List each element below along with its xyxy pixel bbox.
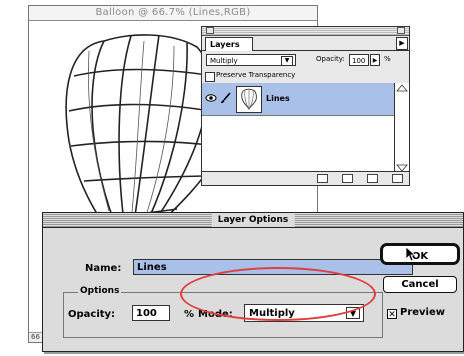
document-title[interactable]: Balloon @ 66.7% (Lines,RGB) bbox=[29, 6, 317, 21]
palette-zoom-box[interactable] bbox=[397, 27, 405, 34]
palette-opacity-field[interactable]: 100 bbox=[349, 54, 369, 66]
layer-row[interactable]: Lines bbox=[202, 83, 396, 116]
dialog-title: Layer Options bbox=[211, 213, 295, 227]
palette-close-box[interactable] bbox=[206, 27, 214, 34]
palette-drag-bar[interactable] bbox=[202, 27, 409, 36]
zoom-readout[interactable]: 66 bbox=[31, 333, 40, 342]
scroll-arrows-icon bbox=[396, 84, 408, 172]
preview-label: Preview bbox=[400, 307, 446, 318]
preserve-transparency-row: Preserve Transparency bbox=[202, 69, 409, 84]
palette-mode-row: Multiply ▼ Opacity: 100 ▶ % bbox=[202, 51, 409, 69]
layer-thumbnail[interactable] bbox=[236, 86, 262, 113]
blend-mode-select[interactable]: Multiply ▼ bbox=[206, 54, 296, 66]
resize-icon[interactable] bbox=[392, 174, 403, 183]
preview-checkbox[interactable]: ✕ bbox=[387, 309, 397, 320]
triangle-down-icon: ▼ bbox=[281, 56, 293, 66]
cancel-button[interactable]: Cancel bbox=[383, 276, 457, 293]
arrow-pointer-icon bbox=[405, 246, 417, 262]
blend-mode-value: Multiply bbox=[210, 57, 238, 65]
preserve-transparency-checkbox[interactable] bbox=[205, 72, 215, 82]
ok-button[interactable]: OK bbox=[380, 243, 460, 265]
preserve-transparency-label: Preserve Transparency bbox=[216, 71, 296, 79]
palette-tab-bar: Layers ▶ bbox=[202, 36, 409, 51]
layer-name: Lines bbox=[266, 94, 290, 103]
trash-icon[interactable] bbox=[367, 174, 378, 183]
brush-icon[interactable] bbox=[220, 92, 232, 104]
dialog-titlebar[interactable]: Layer Options bbox=[43, 213, 463, 228]
mask-icon[interactable] bbox=[317, 174, 328, 183]
layers-palette: Layers ▶ Multiply ▼ Opacity: 100 ▶ % Pre… bbox=[201, 26, 410, 186]
name-label: Name: bbox=[85, 263, 122, 274]
palette-button-bar bbox=[202, 171, 409, 185]
palette-opacity-label: Opacity: bbox=[316, 55, 345, 63]
eye-icon[interactable] bbox=[205, 93, 217, 103]
options-legend: Options bbox=[78, 286, 122, 296]
balloon-thumbnail-icon bbox=[241, 88, 257, 111]
triangle-right-icon[interactable]: ▶ bbox=[396, 37, 408, 50]
opacity-label: Opacity: bbox=[68, 309, 116, 320]
mode-highlight-ellipse bbox=[180, 267, 376, 321]
percent-label: % bbox=[184, 309, 195, 320]
layer-list: Lines bbox=[202, 83, 396, 173]
palette-percent-sign: % bbox=[384, 55, 391, 63]
tab-layers[interactable]: Layers bbox=[205, 37, 253, 51]
opacity-slider-arrow-icon[interactable]: ▶ bbox=[370, 54, 380, 66]
palette-scrollbar[interactable] bbox=[394, 83, 409, 173]
opacity-field[interactable]: 100 bbox=[132, 305, 170, 321]
new-layer-icon[interactable] bbox=[342, 174, 353, 183]
